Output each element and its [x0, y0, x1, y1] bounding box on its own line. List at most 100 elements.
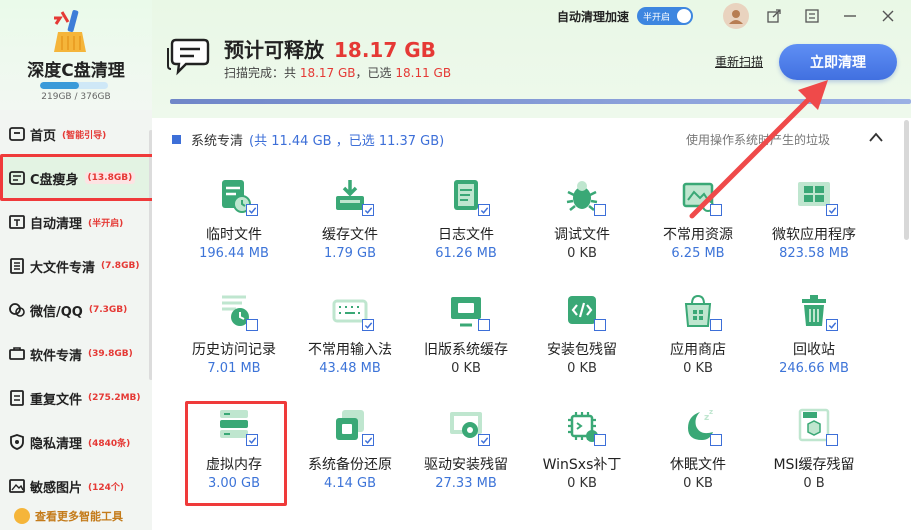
section-title: 系统专清: [191, 134, 244, 149]
item-checkbox[interactable]: [246, 204, 258, 216]
auto-clean-toggle[interactable]: 半开启: [637, 7, 693, 25]
cleanup-item[interactable]: 不常用输入法 43.48 MB: [292, 285, 408, 395]
sidebar-item-wechat-qq[interactable]: 微信/QQ (7.3GB): [0, 288, 152, 332]
sidebar: 深度C盘清理 219GB / 376GB 首页 (智能引导) C盘瘦身 (13.8GB…: [0, 0, 153, 530]
item-checkbox[interactable]: [826, 204, 838, 216]
item-size: 0 KB: [683, 361, 713, 376]
item-size: 43.48 MB: [319, 361, 381, 376]
section-header: 系统专清 (共 11.44 GB ，已选 11.37 GB): [172, 130, 444, 149]
item-name: 临时文件: [206, 227, 262, 243]
item-checkbox[interactable]: [594, 319, 606, 331]
cleanup-item[interactable]: WinSxs补丁 0 KB: [524, 400, 640, 510]
cleanup-item[interactable]: 调试文件 0 KB: [524, 170, 640, 280]
item-checkbox[interactable]: [362, 434, 374, 446]
svg-text:z: z: [709, 408, 713, 416]
duplicate-file-icon: [8, 389, 26, 407]
cleanup-item[interactable]: 系统备份还原 4.14 GB: [292, 400, 408, 510]
sidebar-item-badge: (半开启): [88, 218, 124, 229]
sidebar-item-badge: (4840条): [88, 438, 131, 449]
cleanup-item[interactable]: 日志文件 61.26 MB: [408, 170, 524, 280]
item-checkbox[interactable]: [594, 204, 606, 216]
item-name: 微软应用程序: [772, 227, 856, 243]
item-checkbox[interactable]: [478, 319, 490, 331]
item-name: 历史访问记录: [192, 342, 276, 358]
sidebar-item-badge: (275.2MB): [88, 393, 141, 403]
cleanup-item[interactable]: 临时文件 196.44 MB: [176, 170, 292, 280]
item-size: 6.25 MB: [671, 246, 725, 261]
release-value: 18.17 GB: [334, 38, 436, 62]
cleanup-item[interactable]: MSI缓存残留 0 B: [756, 400, 872, 510]
software-icon: [8, 345, 26, 363]
sidebar-item-label: 软件专清: [30, 348, 83, 364]
scan-progress-bar: [170, 99, 911, 104]
menu-icon[interactable]: [805, 9, 819, 23]
cleanup-item[interactable]: 微软应用程序 823.58 MB: [756, 170, 872, 280]
item-checkbox[interactable]: [710, 204, 722, 216]
item-checkbox[interactable]: [478, 434, 490, 446]
item-name: 旧版系统缓存: [424, 342, 508, 358]
item-size: 0 KB: [683, 476, 713, 491]
cleanup-item[interactable]: 安装包残留 0 KB: [524, 285, 640, 395]
cleanup-item[interactable]: 历史访问记录 7.01 MB: [176, 285, 292, 395]
sidebar-item-badge: (7.8GB): [101, 261, 140, 271]
cleanup-item[interactable]: 回收站 246.66 MB: [756, 285, 872, 395]
sidebar-item-software[interactable]: 软件专清 (39.8GB): [0, 332, 152, 376]
cleanup-item[interactable]: 缓存文件 1.79 GB: [292, 170, 408, 280]
item-checkbox[interactable]: [710, 434, 722, 446]
sidebar-item-big-file[interactable]: 大文件专清 (7.8GB): [0, 244, 152, 288]
share-icon[interactable]: [767, 9, 781, 23]
item-name: WinSxs补丁: [542, 457, 622, 473]
sidebar-item-auto-clean[interactable]: 自动清理 (半开启): [0, 200, 152, 244]
item-name: 缓存文件: [322, 227, 378, 243]
sidebar-item-badge: (39.8GB): [88, 349, 133, 359]
auto-clean-icon: [8, 213, 26, 231]
cleanup-item[interactable]: z z 休眠文件 0 KB: [640, 400, 756, 510]
sidebar-item-duplicate[interactable]: 重复文件 (275.2MB): [0, 376, 152, 420]
release-estimate: 预计可释放 18.17 GB: [224, 34, 436, 63]
item-name: 日志文件: [438, 227, 494, 243]
item-size: 0 B: [803, 476, 825, 491]
sidebar-item-sensitive-images[interactable]: 敏感图片 (124个): [0, 464, 152, 508]
sidebar-item-label: 自动清理: [30, 216, 83, 232]
item-size: 7.01 MB: [207, 361, 261, 376]
item-size: 1.79 GB: [323, 246, 377, 261]
toggle-label: 半开启: [643, 12, 671, 23]
image-icon: [8, 477, 26, 495]
item-checkbox[interactable]: [710, 319, 722, 331]
item-name: MSI缓存残留: [773, 457, 855, 473]
item-size: 61.26 MB: [435, 246, 497, 261]
cleanup-item[interactable]: 旧版系统缓存 0 KB: [408, 285, 524, 395]
more-tools-link[interactable]: 查看更多智能工具: [14, 508, 123, 524]
cleanup-item[interactable]: 应用商店 0 KB: [640, 285, 756, 395]
minimize-icon[interactable]: [843, 9, 857, 23]
item-checkbox[interactable]: [362, 319, 374, 331]
disk-usage-text: 219GB / 376GB: [41, 92, 111, 102]
item-checkbox[interactable]: [362, 204, 374, 216]
sidebar-item-privacy[interactable]: 隐私清理 (4840条): [0, 420, 152, 464]
scan-selected: 18.11 GB: [395, 66, 452, 80]
item-checkbox[interactable]: [246, 319, 258, 331]
item-size: 823.58 MB: [779, 246, 849, 261]
item-checkbox[interactable]: [826, 434, 838, 446]
sidebar-item-home[interactable]: 首页 (智能引导): [0, 112, 152, 156]
item-size: 196.44 MB: [199, 246, 269, 261]
item-size: 0 KB: [567, 476, 597, 491]
privacy-icon: [8, 433, 26, 451]
chevron-up-icon[interactable]: [868, 130, 884, 144]
message-icon: [167, 38, 210, 76]
close-icon[interactable]: [881, 9, 895, 23]
cleanup-item[interactable]: 驱动安装残留 27.33 MB: [408, 400, 524, 510]
item-checkbox[interactable]: [594, 434, 606, 446]
cleanup-item[interactable]: 不常用资源 6.25 MB: [640, 170, 756, 280]
user-avatar[interactable]: [723, 3, 749, 29]
rescan-link[interactable]: 重新扫描: [715, 53, 763, 70]
item-checkbox[interactable]: [826, 319, 838, 331]
item-name: 系统备份还原: [308, 457, 392, 473]
clean-now-button[interactable]: 立即清理: [779, 44, 897, 80]
content-scrollbar[interactable]: [904, 120, 909, 240]
item-checkbox[interactable]: [478, 204, 490, 216]
sidebar-item-badge: (7.3GB): [88, 305, 128, 315]
sidebar-item-label: 大文件专清: [30, 260, 96, 276]
item-size: 4.14 GB: [323, 476, 377, 491]
highlight-box-virtual-memory: [185, 401, 287, 506]
